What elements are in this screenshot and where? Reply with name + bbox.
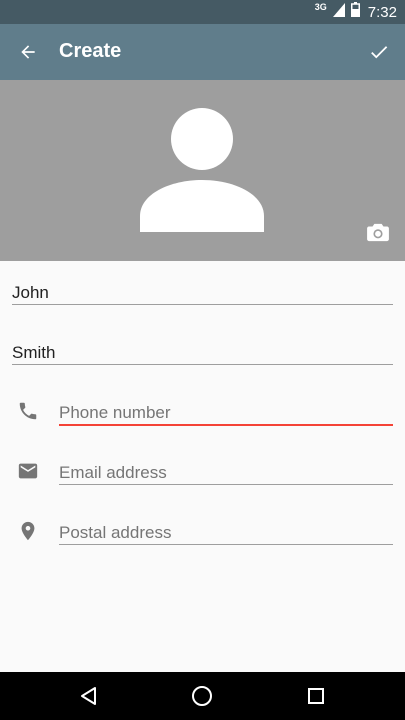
first-name-underline <box>12 304 393 305</box>
clock: 7:32 <box>367 3 397 21</box>
postal-placeholder: Postal address <box>59 523 172 542</box>
email-placeholder: Email address <box>59 463 167 482</box>
network-type: 3G <box>314 2 327 12</box>
app-bar: Create <box>0 24 405 80</box>
arrow-back-icon[interactable] <box>14 38 42 66</box>
recents-square-icon[interactable] <box>300 680 332 712</box>
phone-underline <box>59 424 393 426</box>
back-triangle-icon[interactable] <box>73 680 105 712</box>
email-field[interactable]: Email address <box>59 462 393 486</box>
check-icon[interactable] <box>365 38 393 66</box>
person-silhouette-icon <box>140 108 264 237</box>
battery-icon <box>350 2 360 22</box>
contact-photo-area[interactable] <box>0 80 405 261</box>
phone-placeholder: Phone number <box>59 403 171 422</box>
home-circle-icon[interactable] <box>186 680 218 712</box>
camera-icon[interactable] <box>365 219 391 245</box>
status-icons: 3G 7:32 <box>315 0 397 24</box>
first-name-field[interactable]: John <box>12 282 393 306</box>
navigation-bar <box>0 672 405 720</box>
location-pin-icon <box>15 518 41 544</box>
last-name-value: Smith <box>12 343 56 362</box>
first-name-value: John <box>12 283 49 302</box>
email-icon <box>15 458 41 484</box>
phone-icon <box>15 398 41 424</box>
last-name-field[interactable]: Smith <box>12 342 393 366</box>
email-underline <box>59 484 393 485</box>
page-title: Create <box>59 40 122 62</box>
phone-field[interactable]: Phone number <box>59 402 393 426</box>
postal-underline <box>59 544 393 545</box>
status-bar: 3G 7:32 <box>0 0 405 24</box>
postal-field[interactable]: Postal address <box>59 522 393 546</box>
signal-icon <box>332 2 345 22</box>
last-name-underline <box>12 364 393 365</box>
